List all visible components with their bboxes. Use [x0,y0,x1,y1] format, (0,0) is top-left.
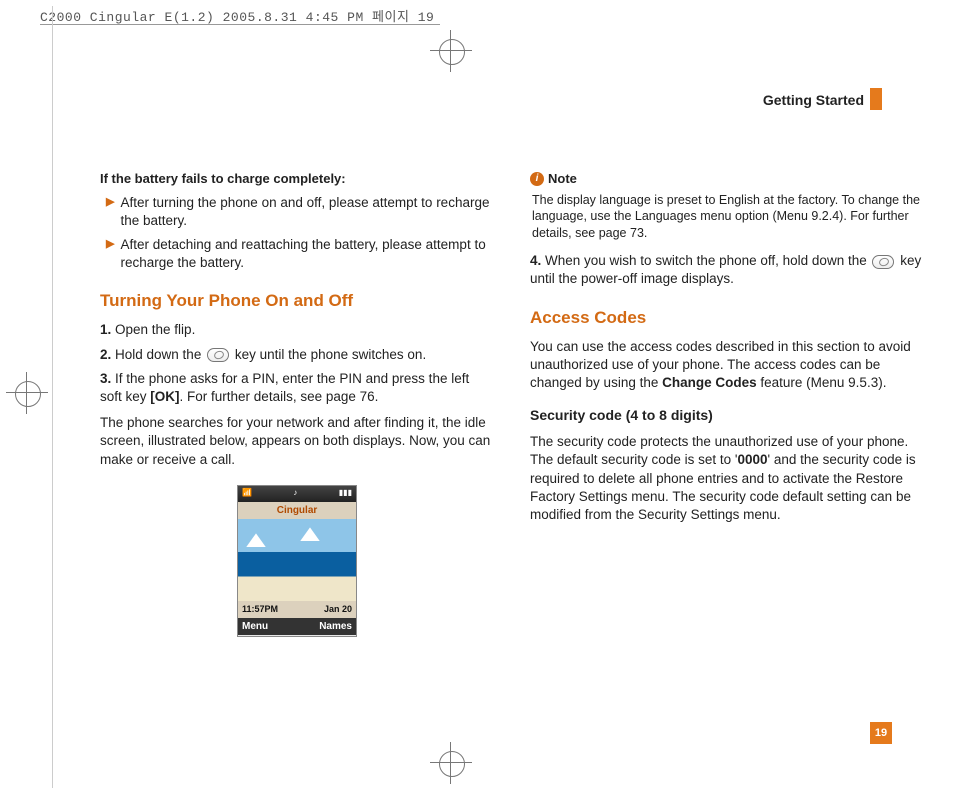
step-text-pre: When you wish to switch the phone off, h… [541,253,870,268]
right-column: i Note The display language is preset to… [530,170,924,637]
phone-screenshot: 📶 ♪ ▮▮▮ Cingular 11:57PM Jan 20 Menu Nam… [237,485,357,637]
step-number: 1. [100,322,111,337]
heading-security-code: Security code (4 to 8 digits) [530,406,924,425]
end-key-icon [207,348,229,362]
phone-time-date: 11:57PM Jan 20 [238,601,356,617]
step-4: 4. When you wish to switch the phone off… [530,252,924,288]
section-tab-icon [870,88,882,110]
step-number: 4. [530,253,541,268]
softkey-right: Names [319,620,352,634]
note-body: The display language is preset to Englis… [532,192,924,243]
step-number: 3. [100,371,111,386]
step-number: 2. [100,347,111,362]
wallpaper-beach [238,519,356,601]
step-1: 1. Open the flip. [100,321,494,339]
bullet-text: After turning the phone on and off, plea… [120,194,494,230]
note-box: i Note The display language is preset to… [530,170,924,242]
running-header: Getting Started [763,92,864,108]
registration-mark-left [6,372,48,414]
step-text: Open the flip. [111,322,195,337]
bullet-text: After detaching and reattaching the batt… [120,236,494,272]
step-text-post: key until the phone switches on. [231,347,426,362]
access-paragraph: You can use the access codes described i… [530,338,924,393]
change-codes-label: Change Codes [662,375,757,390]
default-code: 0000 [737,452,767,467]
step-3: 3. If the phone asks for a PIN, enter th… [100,370,494,406]
security-paragraph: The security code protects the unauthori… [530,433,924,524]
print-header: C2000 Cingular E(1.2) 2005.8.31 4:45 PM … [40,6,434,25]
page-number: 19 [870,722,892,744]
header-rule [40,24,440,25]
bullet-arrow-icon: ▶ [106,236,114,254]
heading-turning-phone: Turning Your Phone On and Off [100,290,494,313]
access-text-b: feature (Menu 9.5.3). [757,375,887,390]
info-icon: i [530,172,544,186]
signal-icon: 📶 [242,488,252,499]
left-column: If the battery fails to charge completel… [100,170,494,637]
crop-mark-vertical [52,6,53,788]
note-label: Note [548,170,577,188]
page-body: Getting Started If the battery fails to … [60,50,944,754]
step-2: 2. Hold down the key until the phone swi… [100,346,494,364]
phone-status-bar: 📶 ♪ ▮▮▮ [238,486,356,502]
phone-softkeys: Menu Names [238,618,356,636]
step-text-pre: Hold down the [111,347,205,362]
battery-fail-title: If the battery fails to charge completel… [100,170,494,188]
bullet-arrow-icon: ▶ [106,194,114,212]
end-key-icon [872,255,894,269]
note-icon: ♪ [293,488,297,499]
battery-bullet: ▶ After detaching and reattaching the ba… [106,236,494,272]
battery-icon: ▮▮▮ [339,488,352,499]
softkey-left: Menu [242,620,268,634]
battery-bullet: ▶ After turning the phone on and off, pl… [106,194,494,230]
step-text-b: . For further details, see page 76. [180,389,379,404]
umbrella-icon [300,527,320,541]
heading-access-codes: Access Codes [530,307,924,330]
search-paragraph: The phone searches for your network and … [100,414,494,469]
phone-date: Jan 20 [324,603,352,615]
umbrella-icon [246,533,266,547]
carrier-label: Cingular [238,502,356,520]
phone-time: 11:57PM [242,603,278,615]
ok-key-label: [OK] [150,389,179,404]
